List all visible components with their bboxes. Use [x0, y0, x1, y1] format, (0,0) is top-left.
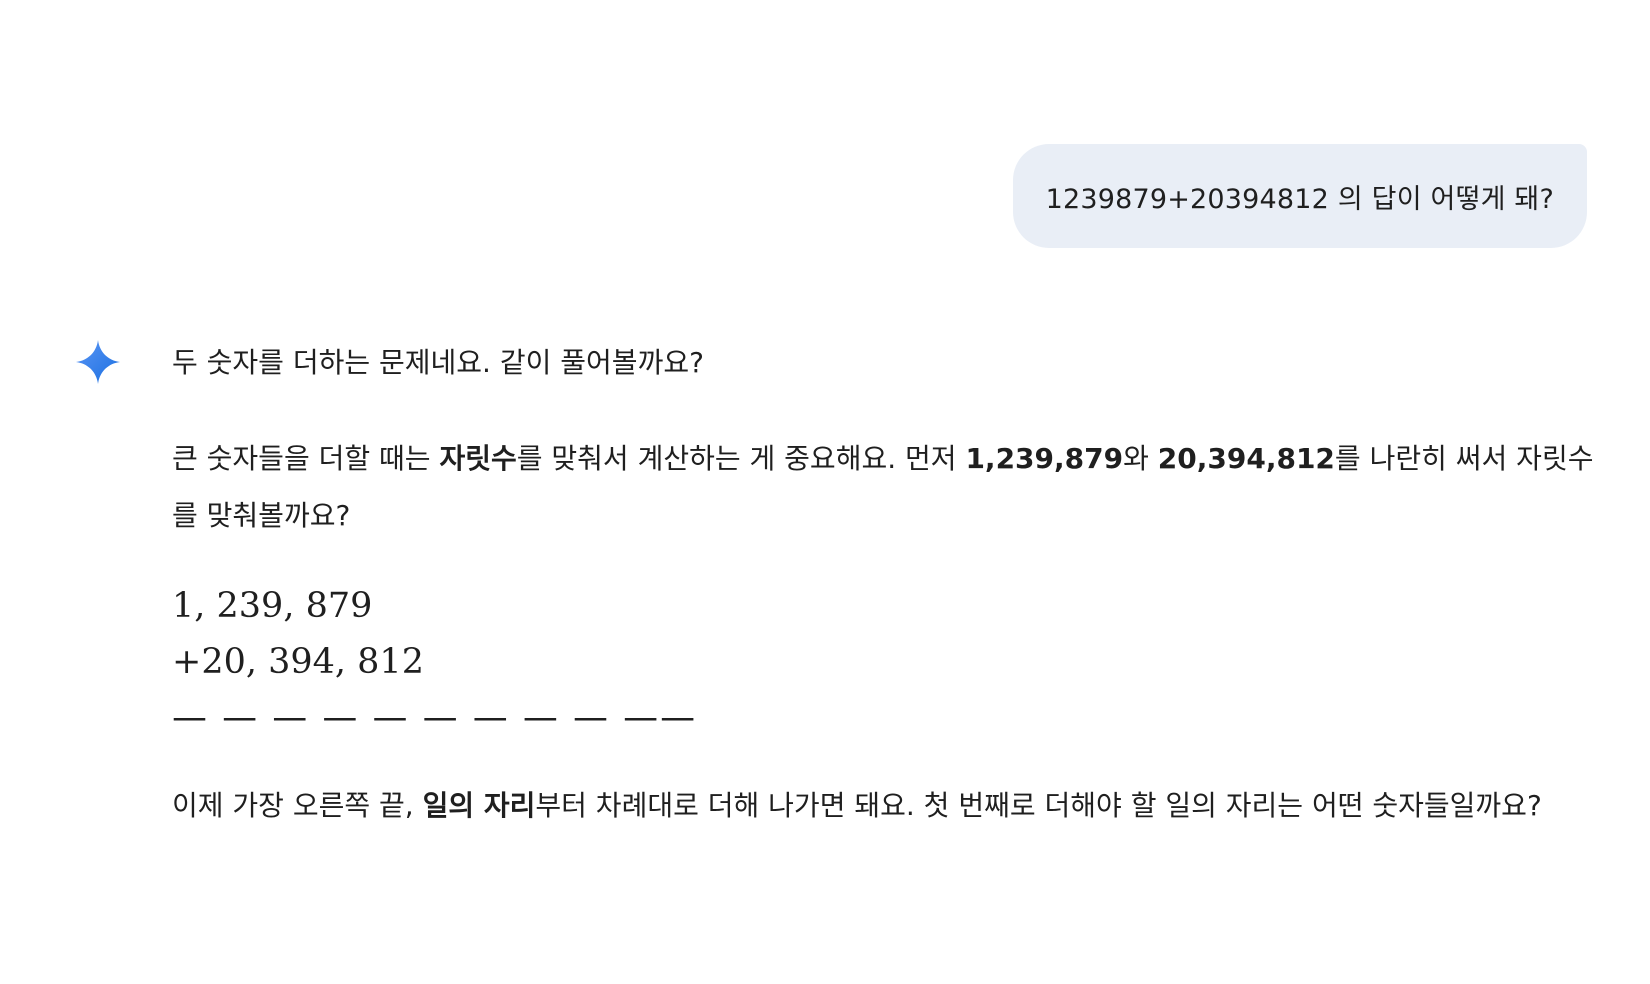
math-line-1: 1, 239, 879	[172, 586, 373, 626]
next-bold-ones-place: 일의 자리	[422, 789, 536, 822]
next-text-1: 이제 가장 오른쪽 끝,	[172, 789, 423, 822]
response-next-paragraph: 이제 가장 오른쪽 끝, 일의 자리부터 차례대로 더해 나가면 돼요. 첫 번…	[172, 777, 1597, 834]
user-message-bubble: 1239879+20394812 의 답이 어떻게 돼?	[1012, 144, 1587, 248]
math-line-2: +20, 394, 812	[172, 642, 424, 682]
user-message-text: 1239879+20394812 의 답이 어떻게 돼?	[1045, 183, 1554, 215]
align-bold-number-1: 1,239,879	[965, 442, 1124, 475]
gemini-sparkle-icon	[76, 340, 120, 384]
align-bold-digits: 자릿수	[439, 442, 517, 475]
align-text-3: 와	[1123, 442, 1158, 475]
align-text-2: 를 맞춰서 계산하는 게 중요해요. 먼저	[516, 442, 966, 475]
response-intro: 두 숫자를 더하는 문제네요. 같이 풀어볼까요?	[172, 346, 704, 379]
chat-conversation: 1239879+20394812 의 답이 어떻게 돼? 두 숫자를 더하는 문…	[0, 0, 1650, 984]
math-rule: — — — — — — — — — ——	[172, 698, 698, 738]
align-bold-number-2: 20,394,812	[1157, 442, 1335, 475]
next-text-2: 부터 차례대로 더해 나가면 돼요. 첫 번째로 더해야 할 일의 자리는 어떤…	[535, 789, 1542, 822]
response-align-paragraph: 큰 숫자들을 더할 때는 자릿수를 맞춰서 계산하는 게 중요해요. 먼저 1,…	[172, 430, 1597, 544]
math-block: 1, 239, 879 +20, 394, 812 — — — — — — — …	[172, 578, 697, 746]
align-text-1: 큰 숫자들을 더할 때는	[172, 442, 440, 475]
